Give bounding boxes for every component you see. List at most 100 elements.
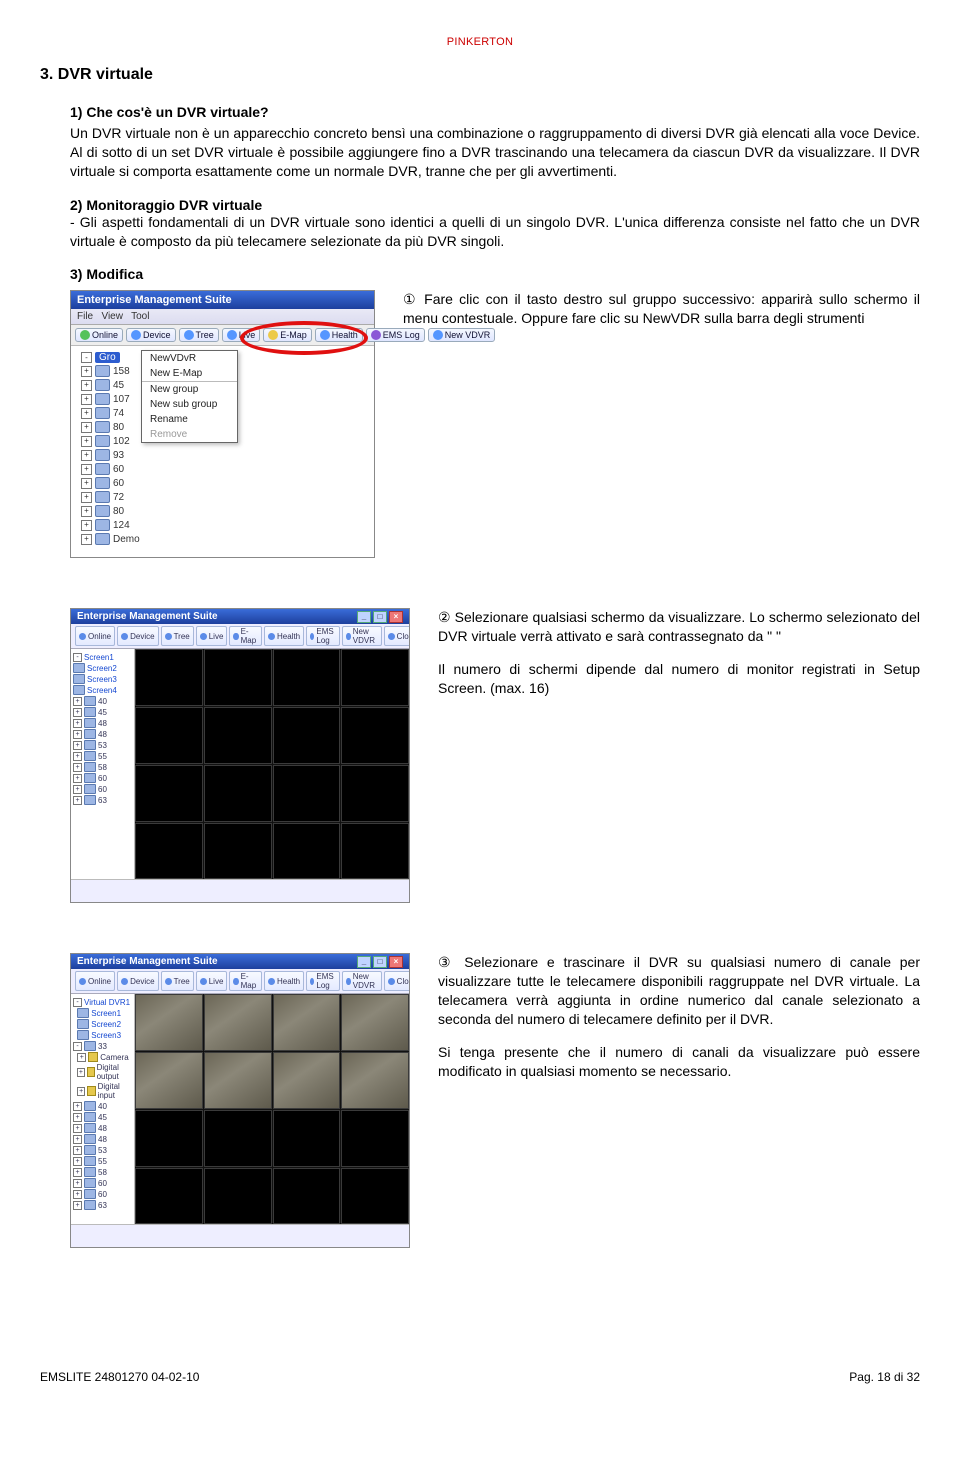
tb-close[interactable]: Close (384, 971, 409, 991)
tree-node[interactable]: +93 (81, 449, 140, 461)
grid-cell[interactable] (273, 1168, 341, 1225)
side-item[interactable]: -Screen1 (73, 653, 132, 662)
grid-cell[interactable] (204, 823, 272, 880)
maximize-icon[interactable]: □ (373, 956, 387, 968)
tb-live[interactable]: Live (222, 328, 261, 342)
grid-cell[interactable] (135, 707, 203, 764)
grid-cell-cam[interactable] (273, 994, 341, 1051)
grid-cell[interactable] (204, 1168, 272, 1225)
grid-cell-cam[interactable] (341, 994, 409, 1051)
grid-cell[interactable] (135, 1110, 203, 1167)
ctx-newgroup[interactable]: New group (142, 381, 237, 397)
grid-cell[interactable] (341, 1110, 409, 1167)
grid-cell[interactable] (341, 765, 409, 822)
grid-cell[interactable] (204, 649, 272, 706)
side-item[interactable]: +60 (73, 1189, 132, 1199)
grid-cell-cam[interactable] (273, 1052, 341, 1109)
side-item[interactable]: +55 (73, 1156, 132, 1166)
side-item[interactable]: Screen3 (73, 674, 132, 684)
tree-node[interactable]: +158 (81, 365, 140, 377)
grid-cell[interactable] (135, 1168, 203, 1225)
side-item[interactable]: +48 (73, 718, 132, 728)
ctx-rename[interactable]: Rename (142, 412, 237, 427)
grid-cell-cam[interactable] (204, 994, 272, 1051)
tb-tree[interactable]: Tree (179, 328, 219, 342)
side-item[interactable]: +48 (73, 729, 132, 739)
grid-cell-cam[interactable] (135, 994, 203, 1051)
side-item[interactable]: +Digital output (73, 1063, 132, 1081)
grid-cell[interactable] (341, 707, 409, 764)
side-item[interactable]: +63 (73, 795, 132, 805)
tree-node[interactable]: +72 (81, 491, 140, 503)
tb-newvdvr[interactable]: New VDVR (428, 328, 496, 342)
tb-health[interactable]: Health (315, 328, 363, 342)
menu-view[interactable]: View (101, 311, 123, 322)
ctx-newvdvr[interactable]: NewVDvR (142, 351, 237, 366)
side-item[interactable]: +53 (73, 1145, 132, 1155)
tb-live[interactable]: Live (196, 971, 228, 991)
tb-live[interactable]: Live (196, 626, 228, 646)
tb-emap[interactable]: E-Map (229, 626, 262, 646)
tb-newvdvr[interactable]: New VDVR (342, 971, 381, 991)
side-item[interactable]: +Digital input (73, 1082, 132, 1100)
side-item[interactable]: +63 (73, 1200, 132, 1210)
grid-cell[interactable] (204, 1110, 272, 1167)
minimize-icon[interactable]: _ (357, 956, 371, 968)
side-item[interactable]: +60 (73, 784, 132, 794)
grid-cell[interactable] (135, 649, 203, 706)
side-item[interactable]: -Virtual DVR1 (73, 998, 132, 1007)
tb-emslog[interactable]: EMS Log (306, 626, 340, 646)
grid-cell-cam[interactable] (135, 1052, 203, 1109)
grid-cell[interactable] (273, 765, 341, 822)
ctx-newemap[interactable]: New E-Map (142, 366, 237, 381)
tree-node[interactable]: +107 (81, 393, 140, 405)
grid-cell-cam[interactable] (341, 1052, 409, 1109)
tree-node[interactable]: +124 (81, 519, 140, 531)
minimize-icon[interactable]: _ (357, 611, 371, 623)
maximize-icon[interactable]: □ (373, 611, 387, 623)
side-item[interactable]: Screen1 (73, 1008, 132, 1018)
tb-health[interactable]: Health (264, 626, 304, 646)
menu-tool[interactable]: Tool (131, 311, 149, 322)
tree-node[interactable]: +80 (81, 421, 140, 433)
grid-cell[interactable] (273, 1110, 341, 1167)
grid-cell[interactable] (273, 649, 341, 706)
side-item[interactable]: Screen3 (73, 1030, 132, 1040)
tree-node[interactable]: +45 (81, 379, 140, 391)
grid-cell[interactable] (341, 1168, 409, 1225)
tb-online[interactable]: Online (75, 328, 123, 342)
grid-cell[interactable] (135, 823, 203, 880)
close-icon[interactable]: × (389, 611, 403, 623)
tree-node[interactable]: +74 (81, 407, 140, 419)
side-item[interactable]: +40 (73, 696, 132, 706)
tb-tree[interactable]: Tree (161, 626, 194, 646)
ctx-newsubgroup[interactable]: New sub group (142, 397, 237, 412)
tb-emslog[interactable]: EMS Log (366, 328, 425, 342)
side-item[interactable]: Screen2 (73, 663, 132, 673)
tree-root[interactable]: -Gro (81, 352, 140, 363)
grid-cell[interactable] (204, 707, 272, 764)
side-item[interactable]: +48 (73, 1123, 132, 1133)
tb-health[interactable]: Health (264, 971, 304, 991)
tree-node[interactable]: +60 (81, 463, 140, 475)
tb-device[interactable]: Device (117, 626, 158, 646)
side-item[interactable]: Screen2 (73, 1019, 132, 1029)
grid-cell[interactable] (341, 649, 409, 706)
tb-online[interactable]: Online (75, 971, 115, 991)
tb-newvdvr[interactable]: New VDVR (342, 626, 381, 646)
side-item[interactable]: -33 (73, 1041, 132, 1051)
side-item[interactable]: +55 (73, 751, 132, 761)
side-item[interactable]: +58 (73, 762, 132, 772)
side-item[interactable]: +48 (73, 1134, 132, 1144)
tree-node[interactable]: +80 (81, 505, 140, 517)
side-item[interactable]: +60 (73, 773, 132, 783)
side-item[interactable]: Screen4 (73, 685, 132, 695)
side-item[interactable]: +45 (73, 707, 132, 717)
grid-cell[interactable] (273, 707, 341, 764)
tb-emap[interactable]: E-Map (229, 971, 262, 991)
tree-node[interactable]: +Demo (81, 533, 140, 545)
tree-node[interactable]: +102 (81, 435, 140, 447)
tb-close[interactable]: Close (384, 626, 409, 646)
tb-online[interactable]: Online (75, 626, 115, 646)
tb-emap[interactable]: E-Map (263, 328, 312, 342)
